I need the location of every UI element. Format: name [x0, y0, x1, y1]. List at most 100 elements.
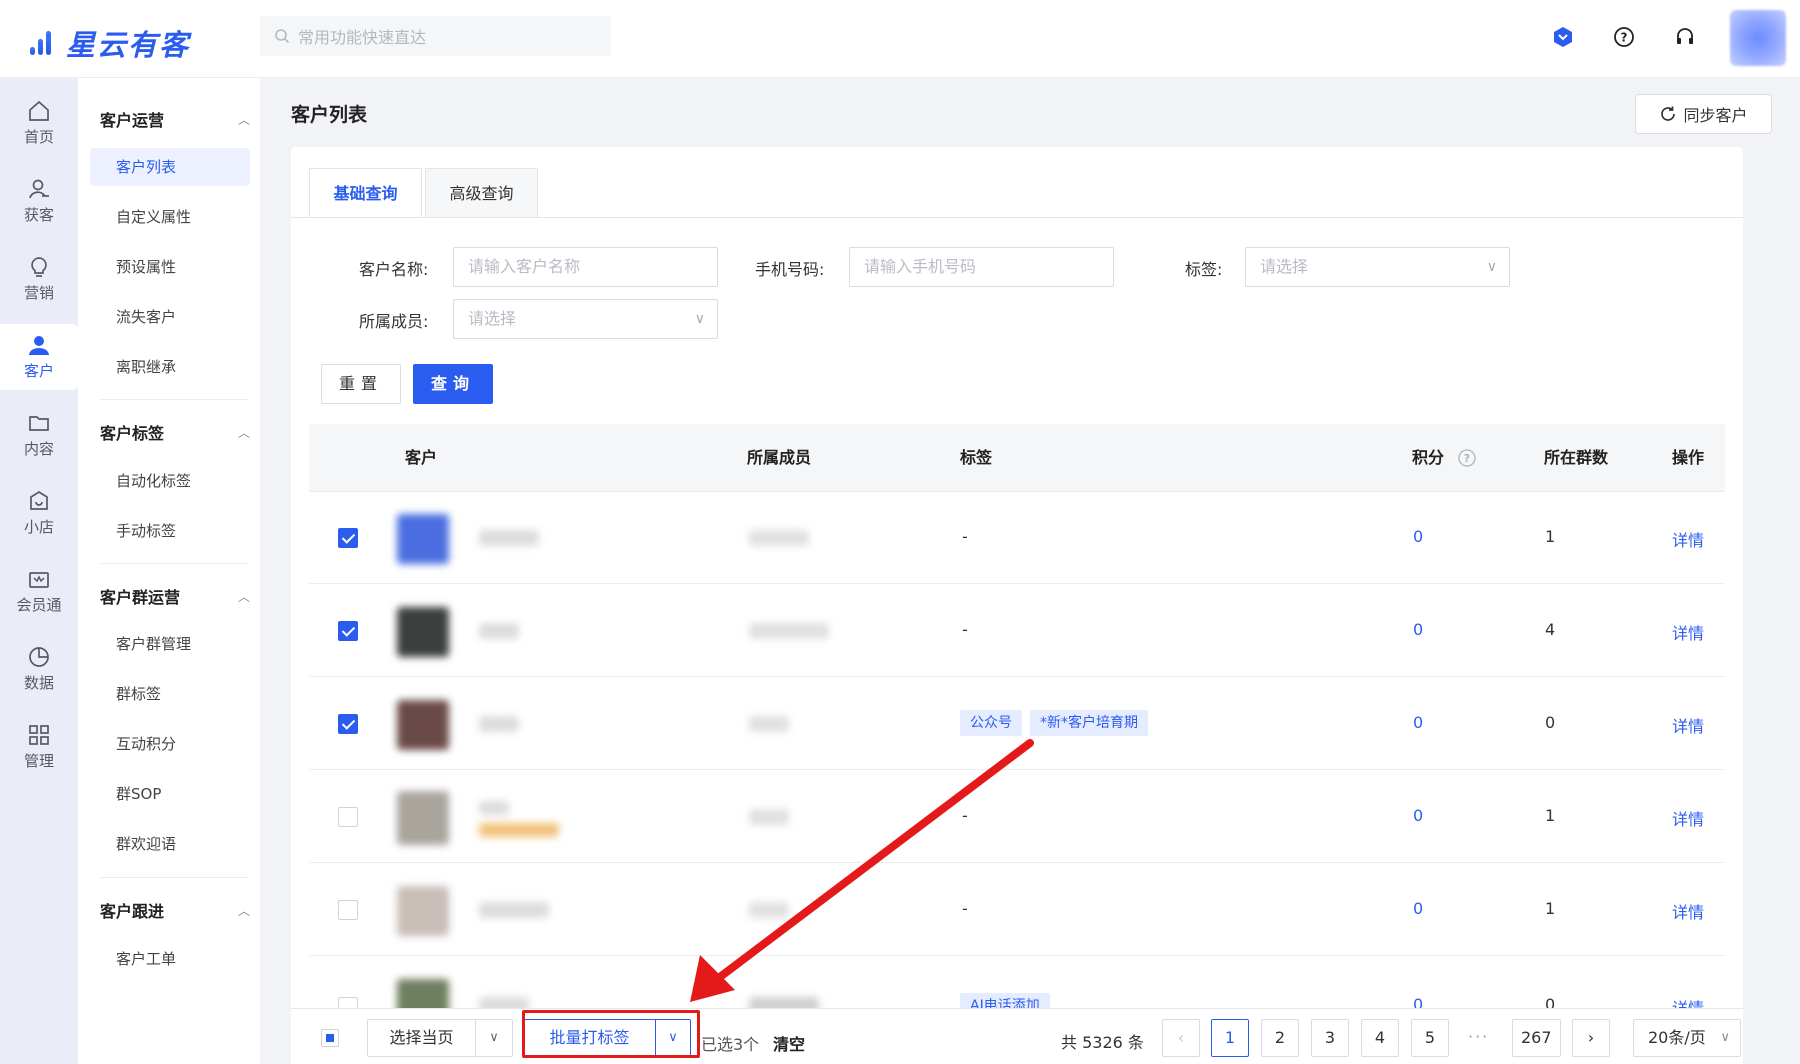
- refresh-icon: [1661, 106, 1676, 121]
- row-checkbox[interactable]: [338, 714, 358, 734]
- submenu-item-interaction-points[interactable]: 互动积分: [90, 725, 250, 763]
- submenu-item-preset-attr[interactable]: 预设属性: [90, 248, 250, 286]
- row-groups: 0: [1545, 713, 1556, 732]
- submenu-item-custom-attr[interactable]: 自定义属性: [90, 198, 250, 236]
- nav-customer[interactable]: 客户: [0, 324, 78, 390]
- nav-manage[interactable]: 管理: [0, 714, 78, 780]
- app-logo[interactable]: 星云有客: [28, 22, 190, 64]
- row-points[interactable]: 0: [1413, 620, 1423, 639]
- row-points[interactable]: 0: [1413, 806, 1423, 825]
- more-pages-ellipsis[interactable]: ···: [1468, 1027, 1489, 1046]
- row-points[interactable]: 0: [1413, 527, 1423, 546]
- query-button[interactable]: 查询: [413, 364, 493, 404]
- phone-input[interactable]: 请输入手机号码: [849, 247, 1114, 287]
- submenu-item-group-manage[interactable]: 客户群管理: [90, 625, 250, 663]
- nav-shop[interactable]: 小店: [0, 480, 78, 546]
- submenu-group-customer-ops[interactable]: 客户运营 ︿: [100, 107, 250, 131]
- customer-name-redacted: [479, 716, 519, 732]
- search-input[interactable]: 常用功能快速直达: [260, 16, 611, 56]
- row-points[interactable]: 0: [1413, 899, 1423, 918]
- row-groups: 1: [1545, 899, 1556, 918]
- member-name-redacted: [749, 623, 829, 639]
- table-row: - 0 1 详情: [309, 864, 1725, 956]
- customer-avatar: [397, 700, 449, 750]
- prev-page-button[interactable]: ‹: [1162, 1019, 1200, 1057]
- select-page-dropdown[interactable]: 选择当页 ∨: [367, 1019, 513, 1057]
- help-icon[interactable]: ?: [1611, 24, 1637, 50]
- row-checkbox[interactable]: [338, 621, 358, 641]
- row-detail-link[interactable]: 详情: [1672, 620, 1704, 644]
- row-tag-list: 公众号 *新*客户培育期: [960, 710, 1156, 736]
- page-button[interactable]: 3: [1311, 1019, 1349, 1057]
- submenu-item-resigned-inherit[interactable]: 离职继承: [90, 348, 250, 386]
- row-groups: 1: [1545, 527, 1556, 546]
- submenu-item-manual-tags[interactable]: 手动标签: [90, 512, 250, 550]
- next-page-button[interactable]: ›: [1572, 1019, 1610, 1057]
- submenu-group-customer-tags[interactable]: 客户标签 ︿: [100, 420, 250, 444]
- header-points: 积分: [1412, 448, 1445, 467]
- submenu-group-title: 客户运营: [100, 111, 165, 130]
- nav-marketing[interactable]: 营销: [0, 246, 78, 312]
- reset-button[interactable]: 重置: [321, 364, 401, 404]
- row-detail-link[interactable]: 详情: [1672, 527, 1704, 551]
- table-row: - 0 4 详情: [309, 585, 1725, 677]
- chevron-down-icon: ∨: [694, 311, 705, 327]
- customer-avatar: [397, 791, 449, 845]
- header-groups: 所在群数: [1544, 448, 1609, 467]
- submenu-group-group-ops[interactable]: 客户群运营 ︿: [100, 584, 250, 608]
- submenu-item-auto-tags[interactable]: 自动化标签: [90, 462, 250, 500]
- sync-customers-button[interactable]: 同步客户: [1635, 94, 1772, 134]
- select-all-checkbox[interactable]: [321, 1029, 339, 1047]
- member-name-redacted: [749, 530, 809, 546]
- page-button[interactable]: 267: [1512, 1019, 1561, 1057]
- member-label: 所属成员:: [359, 312, 429, 331]
- total-count: 共 5326 条: [1061, 1033, 1144, 1052]
- submenu-item-group-welcome[interactable]: 群欢迎语: [90, 825, 250, 863]
- row-detail-link[interactable]: 详情: [1672, 899, 1704, 923]
- submenu-group-follow-up[interactable]: 客户跟进 ︿: [100, 898, 250, 922]
- tag-select[interactable]: 请选择 ∨: [1245, 247, 1510, 287]
- badge-icon[interactable]: [1550, 24, 1576, 50]
- chevron-down-icon: ∨: [1486, 259, 1497, 275]
- row-checkbox[interactable]: [338, 900, 358, 920]
- batch-action-bar: 选择当页 ∨ 批量打标签 ∨ 已选3个 清空 共 5326 条 ‹ 1 2 3 …: [291, 1008, 1743, 1064]
- page-button[interactable]: 1: [1211, 1019, 1249, 1057]
- row-detail-link[interactable]: 详情: [1672, 713, 1704, 737]
- customer-name-input[interactable]: 请输入客户名称: [453, 247, 718, 287]
- member-select[interactable]: 请选择 ∨: [453, 299, 718, 339]
- row-checkbox[interactable]: [338, 807, 358, 827]
- nav-acquire[interactable]: 获客: [0, 168, 78, 234]
- row-detail-link[interactable]: 详情: [1672, 806, 1704, 830]
- tab-advanced-query[interactable]: 高级查询: [425, 168, 538, 218]
- submenu-item-group-tags[interactable]: 群标签: [90, 675, 250, 713]
- row-points[interactable]: 0: [1413, 713, 1423, 732]
- submenu-item-lost-customers[interactable]: 流失客户: [90, 298, 250, 336]
- chevron-down-icon[interactable]: ∨: [476, 1020, 512, 1056]
- headset-icon[interactable]: [1672, 24, 1698, 50]
- svg-text:?: ?: [1621, 31, 1628, 45]
- tab-basic-query[interactable]: 基础查询: [309, 168, 422, 218]
- avatar[interactable]: [1730, 10, 1786, 66]
- folder-icon: [29, 416, 49, 431]
- nav-data[interactable]: 数据: [0, 636, 78, 702]
- submenu-item-group-sop[interactable]: 群SOP: [90, 775, 250, 813]
- page-button[interactable]: 2: [1261, 1019, 1299, 1057]
- nav-content[interactable]: 内容: [0, 402, 78, 468]
- clear-selection-link[interactable]: 清空: [773, 1031, 805, 1055]
- row-checkbox[interactable]: [338, 528, 358, 548]
- row-groups: 4: [1545, 620, 1556, 639]
- row-tags: -: [962, 620, 968, 639]
- nav-home[interactable]: 首页: [0, 90, 78, 156]
- page-size-select[interactable]: 20条/页 ∨: [1633, 1019, 1741, 1057]
- table-header: 客户 所属成员 标签 积分 ? 所在群数 操作: [309, 424, 1725, 492]
- submenu-item-customer-list[interactable]: 客户列表: [90, 148, 250, 186]
- nav-membership-label: 会员通: [16, 596, 62, 614]
- page-size-label: 20条/页: [1648, 1028, 1706, 1047]
- header-tags: 标签: [960, 448, 993, 467]
- submenu-item-work-order[interactable]: 客户工单: [90, 940, 250, 978]
- row-tags: -: [962, 527, 968, 546]
- page-button[interactable]: 5: [1411, 1019, 1449, 1057]
- nav-membership[interactable]: 会员通: [0, 558, 78, 624]
- question-circle-icon[interactable]: ?: [1457, 448, 1477, 473]
- page-button[interactable]: 4: [1361, 1019, 1399, 1057]
